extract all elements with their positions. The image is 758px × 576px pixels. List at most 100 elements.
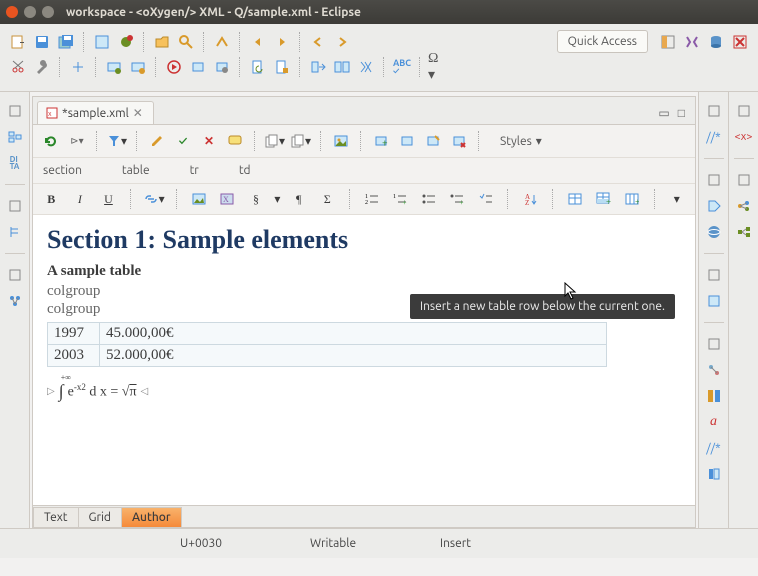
sigma-button[interactable]: Σ <box>317 189 338 209</box>
filter-button[interactable]: ▾ <box>107 131 127 151</box>
more-format-dropdown[interactable]: ▾ <box>666 189 687 209</box>
reject-button[interactable]: ✕ <box>199 131 219 151</box>
fold-handle-icon[interactable]: ◁ <box>141 386 149 397</box>
doc-lock-button[interactable] <box>272 57 292 77</box>
window-close-button[interactable] <box>6 6 18 18</box>
compare-icon[interactable] <box>705 387 723 405</box>
list-bullet-button[interactable] <box>419 189 440 209</box>
editor-tab-sample[interactable]: x *sample.xml ✕ <box>37 101 154 124</box>
run-debug-button[interactable] <box>116 32 136 52</box>
toggle-button[interactable] <box>212 32 232 52</box>
table-cell[interactable]: 45.000,00€ <box>100 323 607 345</box>
delete-element-button[interactable] <box>449 131 469 151</box>
insert-col-button[interactable]: + <box>622 189 643 209</box>
accept-button[interactable]: ✓ <box>173 131 193 151</box>
breadcrumb-td[interactable]: td <box>239 164 251 177</box>
hierarchy-icon[interactable] <box>705 361 723 379</box>
module-2-button[interactable] <box>128 57 148 77</box>
insert-image-inline-button[interactable] <box>189 189 210 209</box>
table-row[interactable]: 2003 52.000,00€ <box>48 345 607 367</box>
schema-icon[interactable] <box>735 197 753 215</box>
dita-view-icon[interactable]: DITA <box>6 154 24 172</box>
table-row[interactable]: 1997 45.000,00€ <box>48 323 607 345</box>
edit-pencil-button[interactable] <box>147 131 167 151</box>
minimize-view-icon[interactable] <box>6 102 24 120</box>
breadcrumb-section[interactable]: section <box>43 164 82 177</box>
list-check-button[interactable] <box>476 189 497 209</box>
transform-button[interactable] <box>308 57 328 77</box>
comment-slash-icon[interactable]: //* <box>705 439 723 457</box>
link-button[interactable]: ▾ <box>143 189 165 209</box>
nav-forward-button[interactable] <box>332 32 352 52</box>
perspective-db-icon[interactable] <box>706 32 726 52</box>
attr-a-icon[interactable]: a <box>705 413 723 431</box>
editor-maximize-icon[interactable]: □ <box>678 106 685 120</box>
insert-image-button[interactable] <box>331 131 351 151</box>
insert-row-below-button[interactable]: + <box>593 189 614 209</box>
editor-content[interactable]: Section 1: Sample elements A sample tabl… <box>33 215 695 505</box>
tab-text[interactable]: Text <box>33 507 79 527</box>
bold-button[interactable]: B <box>41 189 62 209</box>
insert-element-button[interactable]: + <box>371 131 391 151</box>
xml-angle-icon[interactable]: <x> <box>735 128 753 146</box>
back-history-button[interactable] <box>248 32 268 52</box>
list-numbered-button[interactable]: 12 <box>361 189 382 209</box>
paragraph-button[interactable]: ¶ <box>288 189 309 209</box>
minimize-view-icon[interactable] <box>705 266 723 284</box>
minimize-view-icon[interactable] <box>735 171 753 189</box>
run-button[interactable] <box>164 57 184 77</box>
insert-media-button[interactable]: X <box>217 189 238 209</box>
forward-history-button[interactable] <box>272 32 292 52</box>
tab-author[interactable]: Author <box>121 507 182 527</box>
editor-minimize-icon[interactable]: ▭ <box>658 106 669 120</box>
window-icon[interactable] <box>705 292 723 310</box>
tree-view-icon[interactable] <box>6 223 24 241</box>
search-button[interactable] <box>176 32 196 52</box>
table-cell[interactable]: 1997 <box>48 323 100 345</box>
sort-button[interactable]: AZ <box>520 189 541 209</box>
config-button[interactable] <box>212 57 232 77</box>
perspective-open-button[interactable] <box>658 32 678 52</box>
minimize-view-icon[interactable] <box>705 171 723 189</box>
insert-table-button[interactable] <box>565 189 586 209</box>
comment-button[interactable] <box>225 131 245 151</box>
new-menu-button[interactable] <box>8 32 28 52</box>
tag-icon[interactable] <box>705 197 723 215</box>
validate-button[interactable] <box>92 32 112 52</box>
quick-access-field[interactable]: Quick Access <box>557 30 648 53</box>
styles-dropdown[interactable]: Styles ▾ <box>489 130 553 152</box>
map-view-icon[interactable] <box>6 292 24 310</box>
sidebar-icon[interactable] <box>705 465 723 483</box>
window-maximize-button[interactable] <box>42 6 54 18</box>
nodes-icon[interactable] <box>735 223 753 241</box>
comment-slash-icon[interactable]: //* <box>705 128 723 146</box>
wrench-button[interactable] <box>32 57 52 77</box>
rename-element-button[interactable] <box>423 131 443 151</box>
compare-button[interactable] <box>332 57 352 77</box>
module-1-button[interactable] <box>104 57 124 77</box>
stop-button[interactable] <box>188 57 208 77</box>
next-marker-button[interactable]: ⊳▾ <box>67 131 87 151</box>
nav-back-button[interactable] <box>308 32 328 52</box>
spellcheck-button[interactable]: ABC✓ <box>392 57 412 77</box>
globe-icon[interactable] <box>705 223 723 241</box>
close-tab-icon[interactable]: ✕ <box>133 106 143 120</box>
cut-button[interactable] <box>8 57 28 77</box>
breadcrumb-table[interactable]: table <box>122 164 150 177</box>
fold-handle-icon[interactable]: ▷ <box>47 386 55 397</box>
minimize-view-icon[interactable] <box>705 335 723 353</box>
refresh-button[interactable] <box>41 131 61 151</box>
minimize-view-icon[interactable] <box>6 197 24 215</box>
section-sym-button[interactable]: § <box>246 189 267 209</box>
save-all-button[interactable] <box>56 32 76 52</box>
perspective-xml-icon[interactable] <box>682 32 702 52</box>
list-bullet-add-button[interactable]: + <box>447 189 468 209</box>
minimize-view-icon[interactable] <box>705 102 723 120</box>
expand-button[interactable] <box>68 57 88 77</box>
tab-grid[interactable]: Grid <box>78 507 122 527</box>
copy-special-button[interactable]: ▾ <box>291 131 311 151</box>
perspective-close-icon[interactable] <box>730 32 750 52</box>
table-cell[interactable]: 52.000,00€ <box>100 345 607 367</box>
minimize-view-icon[interactable] <box>735 102 753 120</box>
open-button[interactable] <box>152 32 172 52</box>
